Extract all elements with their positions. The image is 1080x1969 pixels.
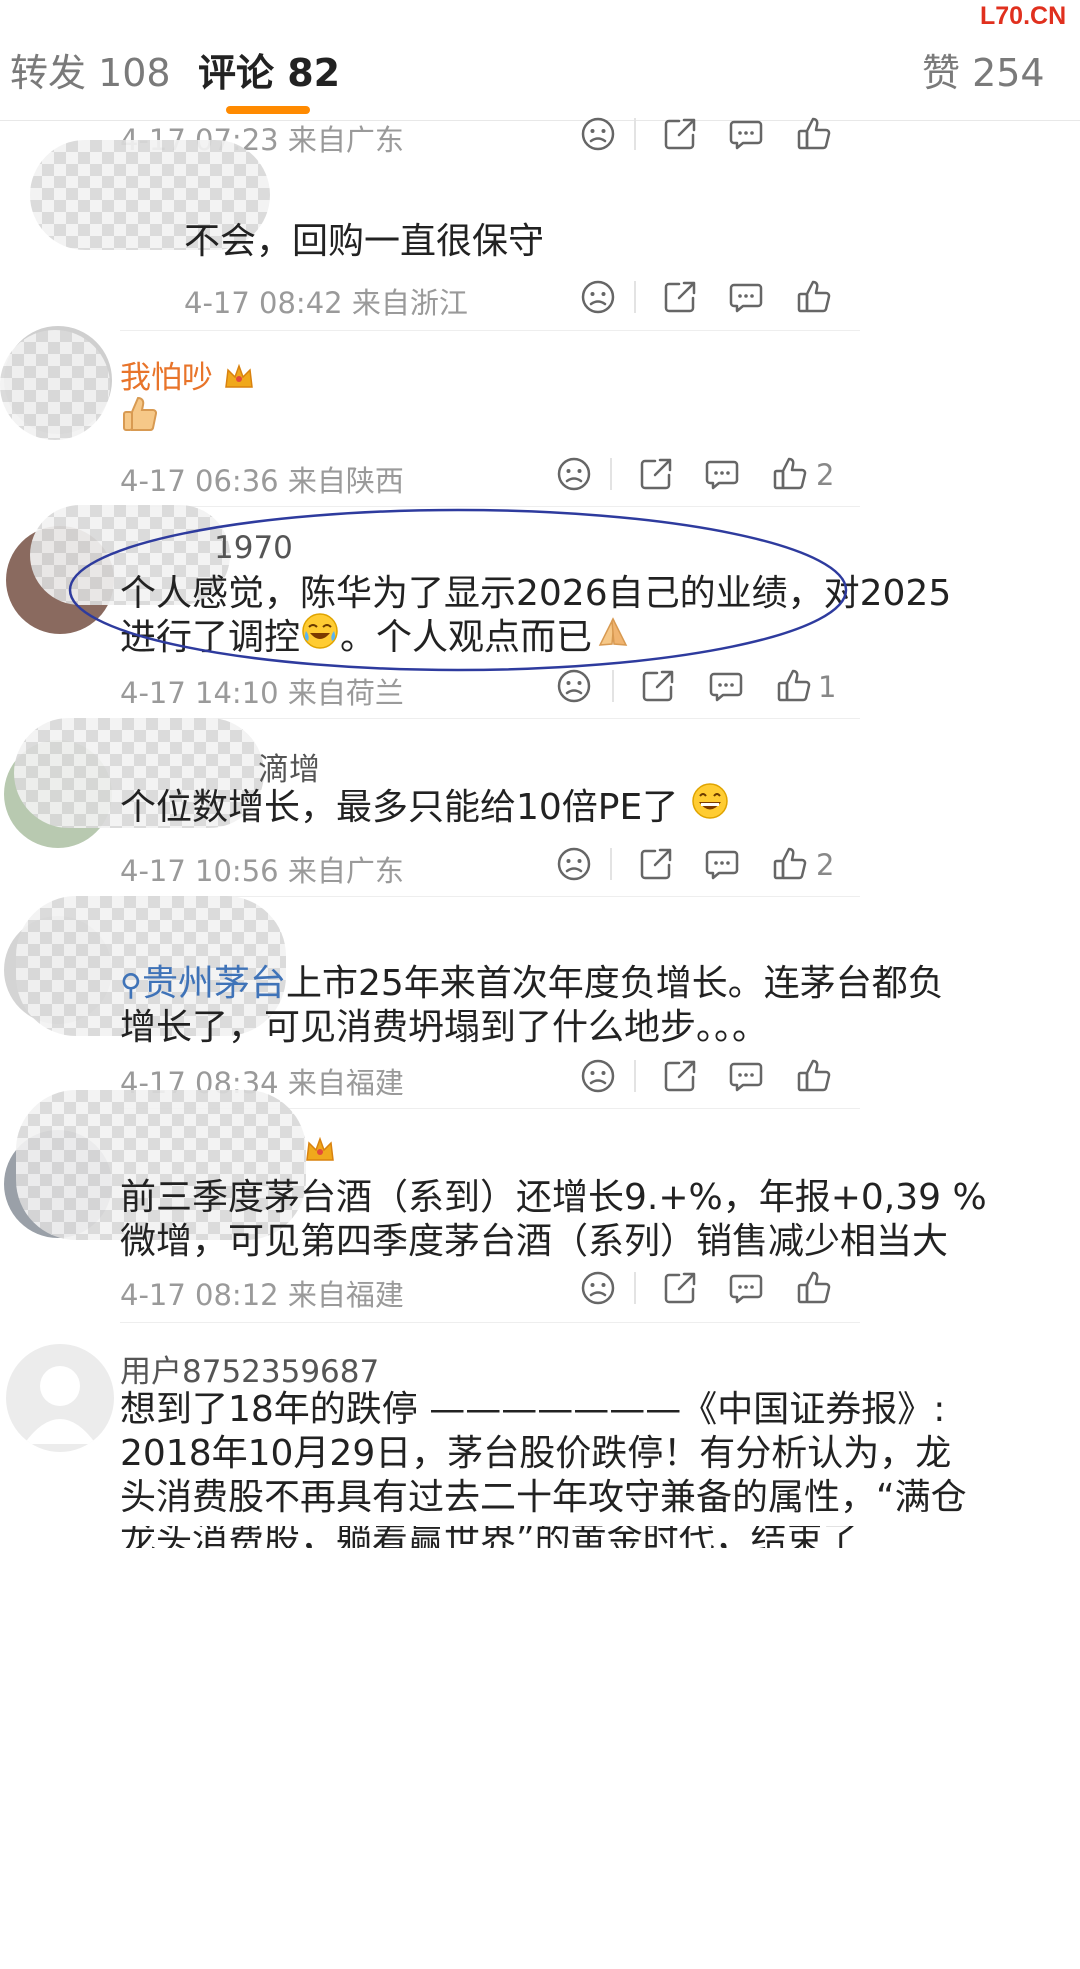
divider bbox=[120, 718, 860, 719]
username[interactable]: 我怕吵 bbox=[120, 352, 255, 399]
topic-link[interactable]: ⚲贵州茅台 bbox=[120, 963, 286, 1004]
share-icon[interactable] bbox=[662, 116, 698, 152]
dislike-icon[interactable] bbox=[580, 1270, 616, 1306]
action-separator bbox=[634, 1272, 636, 1304]
tab-comments[interactable]: 评论 82 bbox=[198, 42, 340, 97]
active-tab-indicator bbox=[226, 106, 310, 114]
comment-text-line2: 增长了，可见消费坍塌到了什么地步。。。 bbox=[120, 1007, 769, 1048]
vip-crown-icon bbox=[223, 361, 255, 399]
comment-text-line4: 龙头消费股，躺着赢世界”的黄金时代，结束了 bbox=[120, 1526, 859, 1548]
action-separator bbox=[610, 848, 612, 880]
like-icon[interactable] bbox=[796, 116, 832, 152]
divider bbox=[120, 330, 860, 331]
share-icon[interactable] bbox=[662, 1058, 698, 1094]
share-icon[interactable] bbox=[640, 668, 676, 704]
like-icon[interactable] bbox=[796, 279, 832, 315]
comment-text: 不会，回购一直很保守 bbox=[184, 221, 545, 262]
action-separator bbox=[610, 458, 612, 490]
share-icon[interactable] bbox=[662, 279, 698, 315]
action-separator bbox=[634, 118, 636, 150]
comment-text-line2: 微增，可见第四季度茅台酒（系列）销售减少相当大 bbox=[120, 1221, 949, 1262]
search-icon: ⚲ bbox=[120, 968, 142, 1003]
comment-icon[interactable] bbox=[708, 668, 744, 704]
grinning-emoji-icon bbox=[690, 781, 730, 838]
like-count: 2 bbox=[816, 458, 835, 492]
user-silhouette-icon bbox=[24, 1366, 96, 1444]
action-separator bbox=[634, 1060, 636, 1092]
like-icon[interactable] bbox=[796, 1058, 832, 1094]
default-avatar[interactable] bbox=[6, 1344, 114, 1452]
dislike-icon[interactable] bbox=[580, 1058, 616, 1094]
comment-icon[interactable] bbox=[728, 279, 764, 315]
redacted-avatar bbox=[0, 330, 110, 440]
comment-meta: 4-17 06:36 来自陕西 bbox=[120, 464, 404, 498]
divider bbox=[120, 1322, 860, 1323]
like-count: 1 bbox=[818, 670, 837, 704]
action-separator bbox=[634, 281, 636, 313]
comment-text: 个位数增长，最多只能给10倍PE了 bbox=[120, 780, 730, 838]
dislike-icon[interactable] bbox=[556, 846, 592, 882]
comment-meta: 4-17 08:42 来自浙江 bbox=[184, 286, 468, 320]
dislike-icon[interactable] bbox=[580, 279, 616, 315]
like-icon[interactable] bbox=[772, 846, 808, 882]
vip-crown-icon bbox=[304, 1134, 336, 1168]
tabs-bar: 转发 108 评论 82 赞 254 bbox=[0, 0, 1080, 121]
dislike-icon[interactable] bbox=[556, 668, 592, 704]
blank-area bbox=[0, 1548, 1080, 1969]
action-separator bbox=[612, 670, 614, 702]
comment-icon[interactable] bbox=[728, 1270, 764, 1306]
share-icon[interactable] bbox=[638, 846, 674, 882]
comment-icon[interactable] bbox=[704, 456, 740, 492]
comment-text-line3: 头消费股不再具有过去二十年攻守兼备的属性，“满仓 bbox=[120, 1477, 967, 1518]
comment-meta: 4-17 14:10 来自荷兰 bbox=[120, 676, 404, 710]
annotation-ellipse bbox=[68, 508, 848, 672]
like-icon[interactable] bbox=[772, 456, 808, 492]
comment-icon[interactable] bbox=[728, 1058, 764, 1094]
like-icon[interactable] bbox=[796, 1270, 832, 1306]
like-count: 2 bbox=[816, 848, 835, 882]
comment-meta: 4-17 10:56 来自广东 bbox=[120, 854, 404, 888]
share-icon[interactable] bbox=[638, 456, 674, 492]
dislike-icon[interactable] bbox=[580, 116, 616, 152]
comment-meta: 4-17 08:12 来自福建 bbox=[120, 1278, 404, 1312]
tab-repost[interactable]: 转发 108 bbox=[10, 42, 171, 97]
comment-text-line4-clip: 龙头消费股，躺着赢世界”的黄金时代，结束了 bbox=[120, 1526, 880, 1548]
dislike-icon[interactable] bbox=[556, 456, 592, 492]
comment-icon[interactable] bbox=[704, 846, 740, 882]
thumbs-up-emoji-icon bbox=[120, 394, 160, 438]
share-icon[interactable] bbox=[662, 1270, 698, 1306]
like-icon[interactable] bbox=[776, 668, 812, 704]
comment-icon[interactable] bbox=[728, 116, 764, 152]
tab-likes[interactable]: 赞 254 bbox=[922, 42, 1045, 97]
